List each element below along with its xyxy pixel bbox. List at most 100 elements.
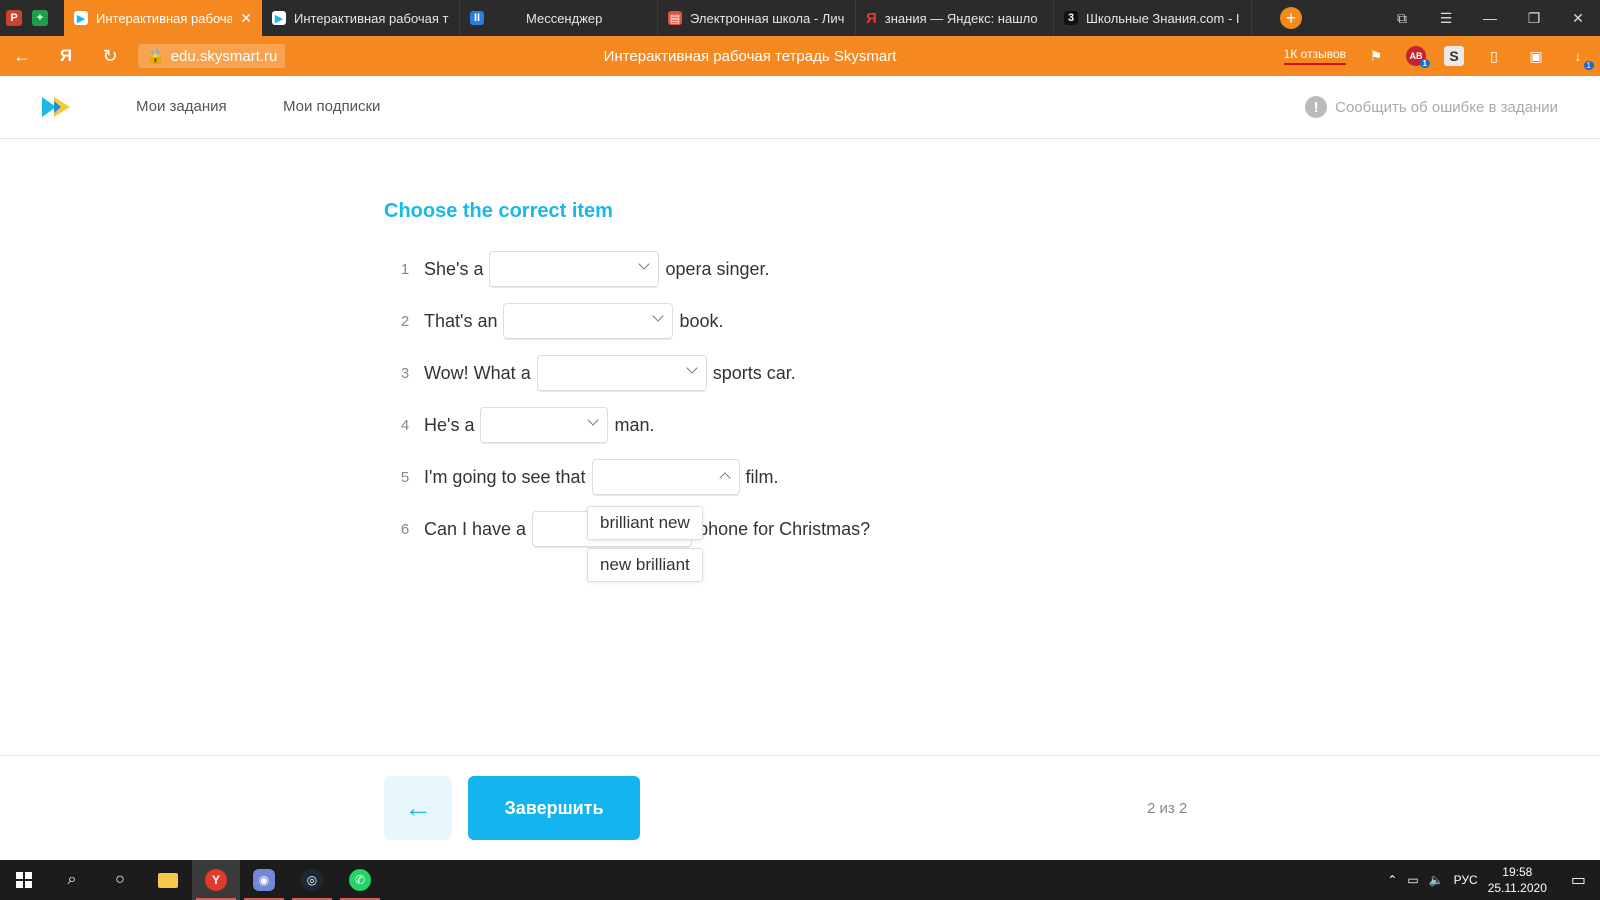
yandex-home-icon[interactable]: Я [44, 36, 88, 76]
chevron-down-icon [652, 310, 665, 322]
exercise-item-3: 3 Wow! What a sports car. [392, 355, 802, 391]
tab-label: Электронная школа - Лич [690, 10, 845, 26]
dropdown-option-2[interactable]: new brilliant [587, 548, 703, 582]
browser-tab-strip: P + ▶ Интерактивная рабоча ✕ ▶ Интеракти… [0, 0, 1600, 36]
answer-dropdown-4[interactable] [480, 407, 609, 443]
language-indicator[interactable]: РУС [1454, 873, 1478, 887]
arrow-left-icon: ← [404, 792, 432, 823]
answer-dropdown-2[interactable] [503, 303, 674, 339]
item-text-before: Wow! What a [424, 362, 531, 383]
chevron-down-icon [638, 258, 651, 270]
site-header: Мои задания Мои подписки ! Сообщить об о… [0, 76, 1600, 139]
item-number: 6 [400, 520, 410, 538]
back-arrow-icon[interactable]: ← [0, 36, 44, 76]
bookmark-icon[interactable]: ⚑ [1364, 44, 1388, 68]
item-number: 1 [400, 260, 410, 278]
notifications-icon[interactable]: ▭ [1571, 870, 1586, 890]
file-explorer-icon[interactable] [144, 860, 192, 900]
chevron-down-icon [587, 414, 600, 426]
clock-date: 25.11.2020 [1487, 881, 1547, 895]
reading-list-icon[interactable]: ▯ [1482, 44, 1506, 68]
whatsapp-icon[interactable]: ✆ [336, 860, 384, 900]
tab-label: Интерактивная рабоча [96, 10, 233, 26]
steam-icon[interactable]: ◎ [288, 860, 336, 900]
tab-label: Интерактивная рабочая т [294, 10, 449, 26]
finish-button[interactable]: Завершить [468, 776, 640, 840]
task-view-icon[interactable]: ○ [96, 860, 144, 900]
reload-icon[interactable]: ↻ [88, 36, 132, 76]
sheets-icon[interactable]: + [32, 10, 48, 26]
system-tray: ⌃ ▭ 🔈 РУС 19:58 25.11.2020 ▭ [1387, 860, 1600, 900]
school-favicon-icon: ▤ [668, 11, 682, 25]
item-text-after: phone for Christmas? [698, 518, 871, 539]
report-error-label: Сообщить об ошибке в задании [1335, 98, 1558, 116]
windows-start-icon[interactable] [0, 860, 48, 900]
minimize-icon[interactable]: — [1468, 0, 1512, 36]
tab-skysmart-active[interactable]: ▶ Интерактивная рабоча ✕ [64, 0, 262, 36]
tab-skysmart-2[interactable]: ▶ Интерактивная рабочая т [262, 0, 460, 36]
tab-electronic-school[interactable]: ▤ Электронная школа - Лич [658, 0, 856, 36]
item-text-after: film. [745, 466, 779, 487]
extension-s-icon[interactable]: S [1444, 46, 1464, 66]
exercise-title: Choose the correct item [384, 200, 613, 222]
skysmart-logo-icon[interactable] [40, 95, 76, 119]
answer-dropdown-3[interactable] [536, 355, 707, 391]
volume-icon[interactable]: 🔈 [1429, 873, 1444, 887]
tray-expand-icon[interactable]: ⌃ [1387, 873, 1397, 887]
extension-icon[interactable]: ▣ [1524, 44, 1548, 68]
url-field[interactable]: 🔒 edu.skysmart.ru [138, 44, 286, 68]
item-text-before: Can I have a [424, 518, 527, 539]
browser-toolbar: 1К отзывов ⚑ AB 1 S ▯ ▣ ↓ 1 [1283, 36, 1600, 76]
downloads-icon[interactable]: ↓ 1 [1566, 44, 1594, 70]
item-text-before: She's a [424, 258, 484, 279]
discord-icon[interactable]: ◉ [240, 860, 288, 900]
tab-label: знания — Яндекс: нашло [884, 10, 1038, 26]
tab-label: Школьные Знания.com - I [1086, 10, 1240, 26]
tab-znania[interactable]: 3 Школьные Знания.com - I [1054, 0, 1252, 36]
menu-icon[interactable]: ☰ [1424, 0, 1468, 36]
item-text-before: I'm going to see that [424, 466, 586, 487]
messenger-favicon-icon: II [470, 11, 484, 25]
exercise-item-2: 2 That's an book. [392, 303, 730, 339]
item-number: 5 [400, 468, 410, 486]
alert-icon: ! [1305, 96, 1328, 118]
item-text-after: book. [679, 310, 724, 331]
item-text-after: opera singer. [665, 258, 770, 279]
answer-dropdown-1[interactable] [489, 251, 660, 287]
nav-my-subscriptions[interactable]: Мои подписки [283, 98, 380, 115]
tab-label: Мессенджер [526, 10, 603, 26]
skysmart-favicon-icon: ▶ [74, 11, 88, 25]
close-tab-icon[interactable]: ✕ [240, 10, 252, 27]
exercise-block: Choose the correct item [384, 200, 1084, 243]
collections-icon[interactable]: ⧉ [1380, 0, 1424, 36]
clock-time: 19:58 [1502, 865, 1533, 879]
adblock-icon[interactable]: AB 1 [1406, 46, 1430, 68]
dropdown-option-1[interactable]: brilliant new [587, 506, 703, 540]
exercise-item-5: 5 I'm going to see that film. [392, 459, 785, 495]
previous-page-button[interactable]: ← [384, 776, 452, 840]
search-icon[interactable]: ⌕ [48, 860, 96, 900]
restore-icon[interactable]: ❐ [1512, 0, 1556, 36]
yandex-favicon-icon: Я [866, 9, 877, 27]
item-text-after: man. [614, 414, 655, 435]
new-tab-plus-icon[interactable]: + [1280, 7, 1302, 29]
clock[interactable]: 19:58 25.11.2020 [1488, 864, 1547, 896]
yandex-browser-icon[interactable]: Y [192, 860, 240, 900]
item-number: 3 [400, 364, 410, 382]
nav-my-tasks[interactable]: Мои задания [136, 98, 227, 115]
skysmart-favicon-icon: ▶ [272, 11, 286, 25]
tab-yandex-search[interactable]: Я знания — Яндекс: нашло [856, 0, 1054, 36]
tab-messenger[interactable]: II Мессенджер [460, 0, 658, 36]
item-number: 2 [400, 312, 410, 330]
close-window-icon[interactable]: ✕ [1556, 0, 1600, 36]
url-text: edu.skysmart.ru [170, 47, 278, 65]
page-title: Интерактивная рабочая тетрадь Skysmart [603, 47, 897, 65]
report-error-link[interactable]: ! Сообщить об ошибке в задании [1305, 96, 1558, 118]
reviews-button[interactable]: 1К отзывов [1283, 47, 1346, 65]
item-number: 4 [400, 416, 410, 434]
network-icon[interactable]: ▭ [1407, 873, 1418, 887]
powerpoint-icon[interactable]: P [6, 10, 22, 26]
answer-dropdown-5-open[interactable] [591, 459, 740, 495]
exercise-item-4: 4 He's a man. [392, 407, 661, 443]
chevron-up-icon [718, 472, 731, 484]
